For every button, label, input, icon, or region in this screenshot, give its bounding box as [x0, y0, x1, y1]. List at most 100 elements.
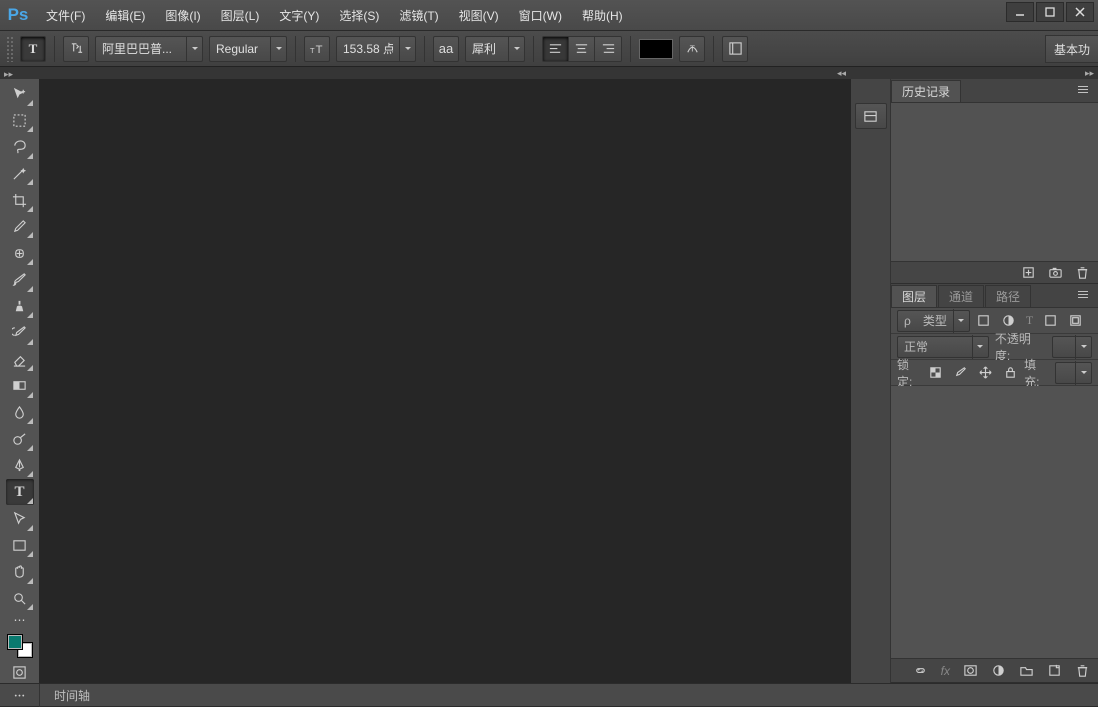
blur-tool[interactable]	[6, 400, 34, 426]
dodge-tool[interactable]	[6, 426, 34, 452]
menu-select[interactable]: 选择(S)	[329, 0, 389, 31]
warp-text-button[interactable]: T	[679, 36, 705, 62]
menu-window[interactable]: 窗口(W)	[509, 0, 572, 31]
divider	[54, 36, 55, 62]
tab-layers[interactable]: 图层	[891, 285, 937, 307]
menu-type[interactable]: 文字(Y)	[269, 0, 329, 31]
new-layer-icon[interactable]	[1047, 663, 1062, 678]
lock-brush-icon[interactable]	[953, 365, 968, 380]
clone-stamp-tool[interactable]	[6, 294, 34, 320]
tab-paths[interactable]: 路径	[985, 285, 1031, 307]
workspace-switcher[interactable]: 基本功	[1045, 35, 1098, 63]
lock-pixels-icon[interactable]	[928, 365, 943, 380]
filter-smart-icon[interactable]	[1068, 313, 1083, 328]
font-family-dropdown[interactable]: 阿里巴巴普...	[95, 36, 203, 62]
text-color-swatch[interactable]	[639, 39, 673, 59]
magic-wand-tool[interactable]	[6, 161, 34, 187]
quickmask-toggle[interactable]	[6, 662, 34, 684]
mini-panel-button[interactable]	[855, 103, 887, 129]
tool-preset-button[interactable]: T	[20, 36, 46, 62]
move-tool[interactable]	[6, 81, 34, 107]
link-layers-icon[interactable]	[913, 663, 928, 678]
eraser-tool[interactable]	[6, 347, 34, 373]
trash-icon[interactable]	[1075, 663, 1090, 678]
opacity-field[interactable]	[1052, 336, 1092, 358]
document-tabstrip: ▸▸ ▸▸ ◂◂	[0, 67, 1098, 79]
history-brush-tool[interactable]	[6, 320, 34, 346]
lasso-tool[interactable]	[6, 134, 34, 160]
menu-help[interactable]: 帮助(H)	[572, 0, 633, 31]
align-center-button[interactable]	[569, 37, 595, 61]
align-right-button[interactable]	[595, 37, 621, 61]
menu-layer[interactable]: 图层(L)	[211, 0, 270, 31]
layer-kind-dropdown[interactable]: ρ 类型	[897, 310, 970, 332]
tab-channels[interactable]: 通道	[938, 285, 984, 307]
chevron-down-icon	[186, 37, 202, 61]
gradient-tool[interactable]	[6, 373, 34, 399]
canvas-area[interactable]	[40, 79, 850, 683]
filter-adjust-icon[interactable]	[1001, 313, 1016, 328]
fill-field[interactable]	[1055, 362, 1092, 384]
history-footer	[891, 261, 1098, 283]
pen-tool[interactable]	[6, 453, 34, 479]
bottom-bar: 时间轴	[0, 683, 1098, 706]
path-select-tool[interactable]	[6, 506, 34, 532]
lock-all-icon[interactable]	[1003, 365, 1018, 380]
panel-menu-icon[interactable]	[1078, 83, 1094, 97]
main-area: T ⋯ 历史记录	[0, 79, 1098, 683]
text-orientation-toggle[interactable]	[63, 36, 89, 62]
hand-tool[interactable]	[6, 559, 34, 585]
expand-tools-icon[interactable]: ▸▸	[4, 69, 13, 80]
brush-tool[interactable]	[6, 267, 34, 293]
window-maximize-button[interactable]	[1036, 2, 1064, 22]
font-style-dropdown[interactable]: Regular	[209, 36, 287, 62]
divider	[630, 36, 631, 62]
zoom-tool[interactable]	[6, 586, 34, 612]
foreground-color[interactable]	[7, 634, 23, 650]
layer-mask-icon[interactable]	[963, 663, 978, 678]
rect-marquee-tool[interactable]	[6, 108, 34, 134]
timeline-title[interactable]: 时间轴	[40, 687, 104, 704]
menu-filter[interactable]: 滤镜(T)	[389, 0, 448, 31]
character-panel-button[interactable]	[722, 36, 748, 62]
eyedropper-tool[interactable]	[6, 214, 34, 240]
filter-shape-icon[interactable]	[1043, 313, 1058, 328]
snapshot-icon[interactable]	[1048, 265, 1063, 280]
blend-mode-dropdown[interactable]: 正常	[897, 336, 989, 358]
expand-panels-icon[interactable]: ▸▸	[1085, 68, 1094, 79]
collapse-mini-icon[interactable]: ◂◂	[837, 68, 846, 79]
history-list[interactable]	[891, 103, 1098, 261]
tab-history[interactable]: 历史记录	[891, 80, 961, 102]
window-controls	[1004, 2, 1094, 22]
new-doc-from-state-icon[interactable]	[1021, 265, 1036, 280]
adjustment-layer-icon[interactable]	[991, 663, 1006, 678]
font-size-input[interactable]	[337, 37, 399, 61]
options-grip[interactable]	[6, 36, 14, 62]
layers-list[interactable]	[891, 386, 1098, 658]
layers-footer: fx	[891, 658, 1098, 682]
window-minimize-button[interactable]	[1006, 2, 1034, 22]
menu-file[interactable]: 文件(F)	[36, 0, 95, 31]
trash-icon[interactable]	[1075, 265, 1090, 280]
color-swatches[interactable]	[6, 633, 34, 659]
menu-image[interactable]: 图像(I)	[155, 0, 210, 31]
window-close-button[interactable]	[1066, 2, 1094, 22]
options-bar: T 阿里巴巴普... Regular TT aa 犀利 T 基本功	[0, 31, 1098, 67]
timeline-grip[interactable]	[0, 684, 40, 707]
rectangle-shape-tool[interactable]	[6, 533, 34, 559]
filter-type-icon[interactable]: T	[1026, 313, 1033, 328]
align-left-button[interactable]	[543, 37, 569, 61]
healing-brush-tool[interactable]	[6, 240, 34, 266]
antialias-dropdown[interactable]: 犀利	[465, 36, 525, 62]
menu-edit[interactable]: 编辑(E)	[95, 0, 155, 31]
panel-menu-icon[interactable]	[1078, 288, 1094, 302]
lock-move-icon[interactable]	[978, 365, 993, 380]
crop-tool[interactable]	[6, 187, 34, 213]
font-size-field[interactable]	[336, 36, 416, 62]
menu-view[interactable]: 视图(V)	[449, 0, 509, 31]
type-tool[interactable]: T	[6, 479, 34, 505]
group-icon[interactable]	[1019, 663, 1034, 678]
chevron-down-icon	[953, 309, 969, 333]
filter-pixel-icon[interactable]	[976, 313, 991, 328]
layer-fx-icon[interactable]: fx	[941, 664, 950, 678]
